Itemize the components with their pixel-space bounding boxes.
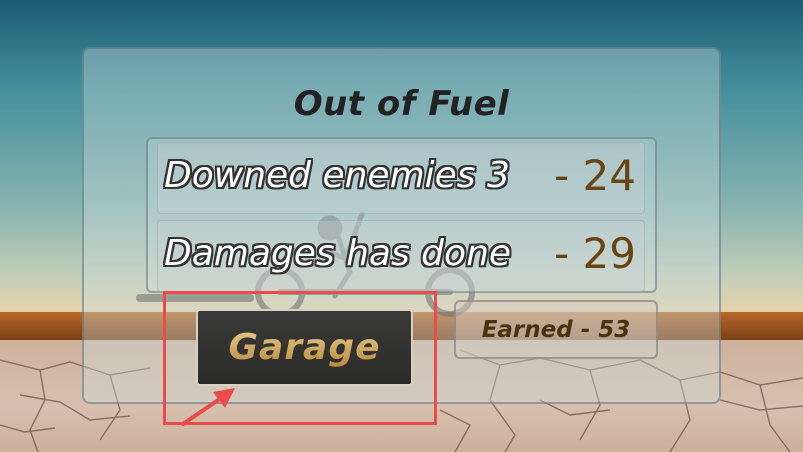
stat-label: Damages has done xyxy=(164,233,512,274)
stat-value: - 24 xyxy=(554,151,636,200)
earned-label: Earned - 53 xyxy=(481,316,631,343)
stat-label: Downed enemies 3 xyxy=(164,155,510,196)
pointer-arrow-icon xyxy=(181,388,235,426)
earned-total: Earned - 53 xyxy=(454,300,658,359)
dialog-title: Out of Fuel xyxy=(293,84,510,124)
stat-row-downed-enemies: Downed enemies 3 - 24 xyxy=(157,142,645,214)
stat-value: - 29 xyxy=(554,229,636,278)
stat-row-damage-done: Damages has done - 29 xyxy=(157,220,645,292)
